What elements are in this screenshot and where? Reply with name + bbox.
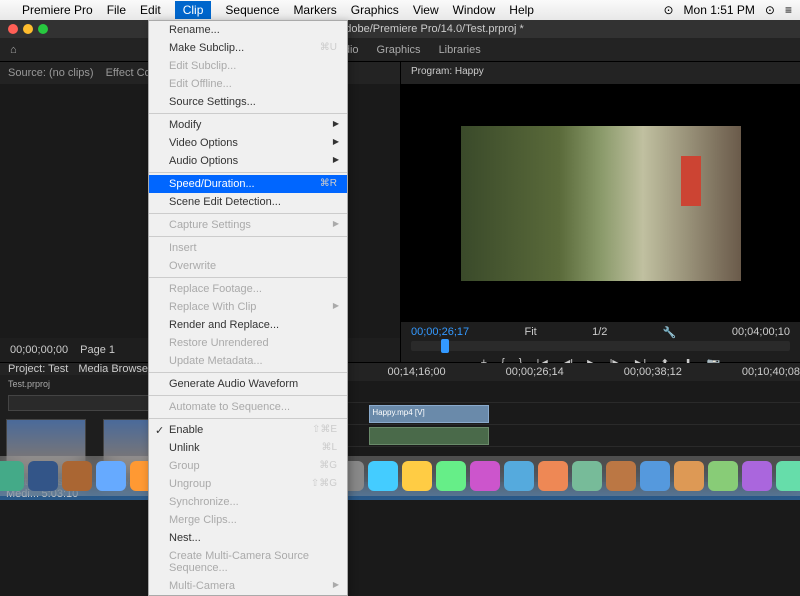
macos-dock[interactable] (0, 456, 800, 496)
dock-app-icon[interactable] (708, 461, 738, 491)
program-monitor[interactable] (401, 84, 800, 322)
menu-item: Restore Unrendered (149, 334, 347, 352)
menu-item[interactable]: Unlink⌘L (149, 439, 347, 457)
dock-app-icon[interactable] (436, 461, 466, 491)
menu-item: Edit Subclip... (149, 57, 347, 75)
menu-item[interactable]: Render and Replace... (149, 316, 347, 334)
dock-app-icon[interactable] (640, 461, 670, 491)
menu-item: Overwrite (149, 257, 347, 275)
source-timecode: 00;00;00;00 (10, 344, 68, 356)
menu-clip[interactable]: Clip (175, 1, 212, 19)
menu-item: Insert (149, 239, 347, 257)
dock-app-icon[interactable] (0, 461, 24, 491)
spotlight-icon[interactable]: ⊙ (765, 3, 775, 17)
dock-app-icon[interactable] (62, 461, 92, 491)
notification-icon[interactable]: ≡ (785, 3, 792, 17)
dock-app-icon[interactable] (402, 461, 432, 491)
menu-item: Merge Clips... (149, 511, 347, 529)
dock-app-icon[interactable] (504, 461, 534, 491)
media-browser-tab[interactable]: Media Browser (78, 363, 151, 375)
dock-app-icon[interactable] (368, 461, 398, 491)
clock[interactable]: Mon 1:51 PM (684, 3, 755, 17)
menu-item[interactable]: Nest... (149, 529, 347, 547)
menu-file[interactable]: File (107, 3, 126, 17)
dock-app-icon[interactable] (28, 461, 58, 491)
menu-item: Synchronize... (149, 493, 347, 511)
menu-item: Ungroup⇧⌘G (149, 475, 347, 493)
menu-item: Replace With Clip (149, 298, 347, 316)
dock-app-icon[interactable] (572, 461, 602, 491)
app-name[interactable]: Premiere Pro (22, 3, 93, 17)
menu-item[interactable]: Make Subclip...⌘U (149, 39, 347, 57)
menu-item[interactable]: Source Settings... (149, 93, 347, 111)
menu-item: Capture Settings (149, 216, 347, 234)
clip-menu-dropdown: Rename...Make Subclip...⌘UEdit Subclip..… (148, 20, 348, 596)
menu-item: Automate to Sequence... (149, 398, 347, 416)
menu-item[interactable]: Scene Edit Detection... (149, 193, 347, 211)
menu-item: Update Metadata... (149, 352, 347, 370)
video-clip[interactable]: Happy.mp4 [V] (369, 405, 489, 423)
dock-app-icon[interactable] (776, 461, 800, 491)
menu-item[interactable]: Modify (149, 116, 347, 134)
source-tab[interactable]: Source: (no clips) (8, 67, 94, 79)
menu-help[interactable]: Help (509, 3, 534, 17)
source-page: Page 1 (80, 344, 115, 356)
workspace-toolbar: ⌂ Color Effects Audio Graphics Libraries (0, 38, 800, 62)
menu-item[interactable]: Generate Audio Waveform (149, 375, 347, 393)
fit-dropdown[interactable]: Fit (525, 326, 537, 339)
project-tab[interactable]: Project: Test (8, 363, 68, 375)
current-timecode[interactable]: 00;00;26;17 (411, 326, 469, 339)
menu-item[interactable]: Audio Options (149, 152, 347, 170)
resolution-dropdown[interactable]: 1/2 (592, 326, 607, 339)
menu-item: Multi-Camera (149, 577, 347, 595)
program-panel-header: Program: Happy (401, 62, 800, 84)
dock-app-icon[interactable] (96, 461, 126, 491)
macos-menubar: Premiere Pro File Edit Clip Sequence Mar… (0, 0, 800, 20)
menu-item: Edit Offline... (149, 75, 347, 93)
menu-item[interactable]: Speed/Duration...⌘R (149, 175, 347, 193)
menu-markers[interactable]: Markers (293, 3, 336, 17)
menu-item: Replace Footage... (149, 280, 347, 298)
menu-item[interactable]: Rename... (149, 21, 347, 39)
menu-edit[interactable]: Edit (140, 3, 161, 17)
duration-timecode: 00;04;00;10 (732, 326, 790, 339)
home-icon[interactable]: ⌂ (10, 44, 17, 56)
traffic-lights[interactable] (8, 24, 48, 34)
wifi-icon[interactable]: ⊙ (663, 3, 673, 17)
menu-item[interactable]: Video Options (149, 134, 347, 152)
wrench-icon[interactable]: 🔧 (663, 326, 677, 339)
menu-window[interactable]: Window (453, 3, 496, 17)
dock-app-icon[interactable] (538, 461, 568, 491)
menu-sequence[interactable]: Sequence (225, 3, 279, 17)
dock-app-icon[interactable] (742, 461, 772, 491)
menu-item: Create Multi-Camera Source Sequence... (149, 547, 347, 577)
workspace-tab[interactable]: Libraries (439, 44, 481, 56)
video-preview (461, 126, 741, 281)
menu-item: Group⌘G (149, 457, 347, 475)
menu-item[interactable]: Enable⇧⌘E (149, 421, 347, 439)
window-titlebar: /Documents/Adobe/Premiere Pro/14.0/Test.… (0, 20, 800, 38)
program-scrubber[interactable] (411, 341, 790, 351)
dock-app-icon[interactable] (674, 461, 704, 491)
workspace-tab[interactable]: Graphics (377, 44, 421, 56)
menu-graphics[interactable]: Graphics (351, 3, 399, 17)
audio-clip[interactable] (369, 427, 489, 445)
menu-view[interactable]: View (413, 3, 439, 17)
dock-app-icon[interactable] (470, 461, 500, 491)
dock-app-icon[interactable] (606, 461, 636, 491)
